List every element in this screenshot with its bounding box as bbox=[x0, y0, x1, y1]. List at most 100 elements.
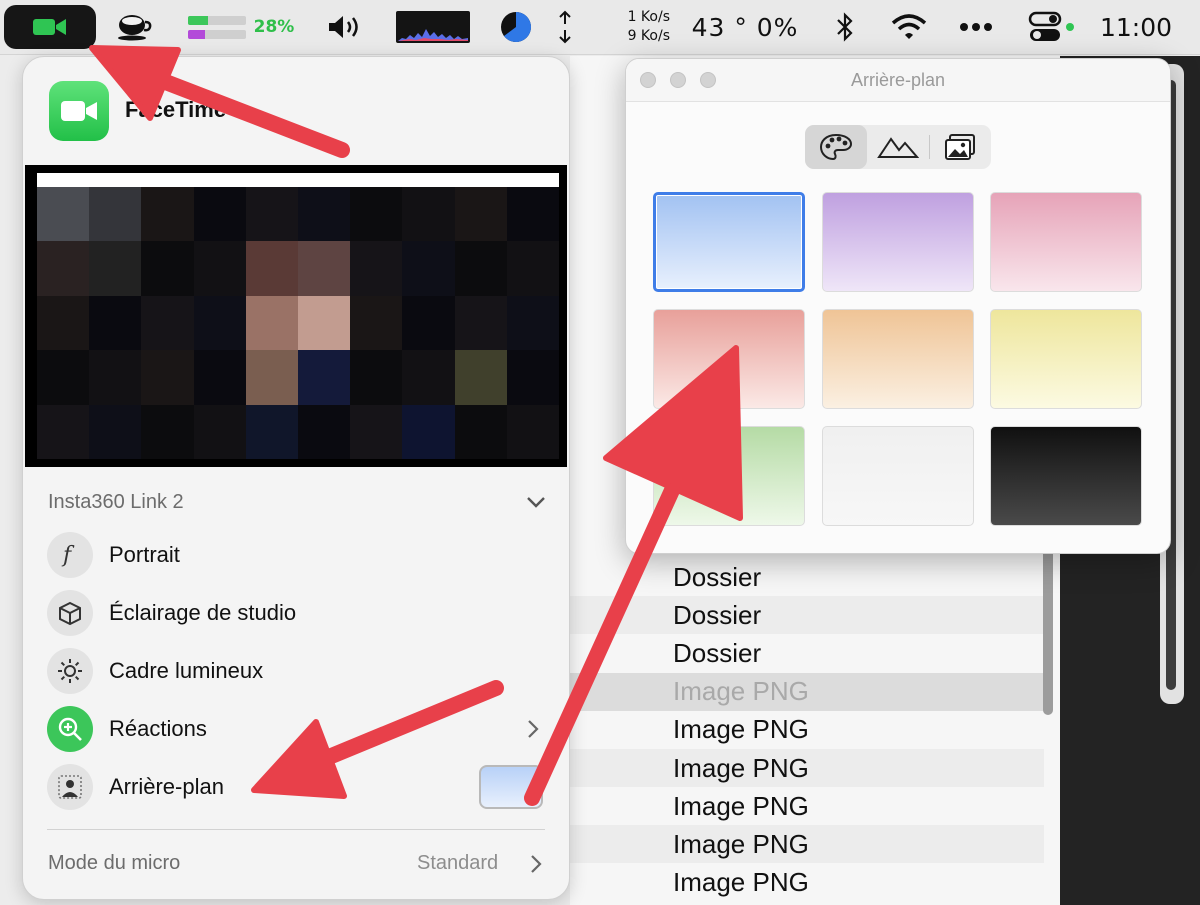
battery-bar-fill bbox=[187, 15, 208, 25]
file-kind: Image PNG bbox=[673, 790, 809, 821]
background-color-swatch[interactable] bbox=[479, 765, 543, 809]
video-pixel-block bbox=[454, 295, 507, 351]
effect-label: Arrière-plan bbox=[109, 774, 224, 799]
video-pixel-block bbox=[245, 404, 298, 459]
background-color-swatch[interactable] bbox=[990, 309, 1142, 409]
list-item[interactable]: Dossier bbox=[570, 596, 1044, 635]
video-pixel-block bbox=[506, 241, 559, 296]
chevron-right-icon[interactable] bbox=[523, 717, 543, 741]
effect-label: Éclairage de studio bbox=[109, 600, 297, 625]
video-pixel-block bbox=[37, 241, 90, 296]
file-kind: Dossier bbox=[673, 599, 762, 630]
effect-reactions[interactable]: Réactions bbox=[47, 703, 545, 755]
effect-light-frame[interactable]: Cadre lumineux bbox=[47, 645, 545, 697]
segment-separator bbox=[929, 135, 930, 159]
volume-menu-extra[interactable] bbox=[322, 0, 368, 54]
video-pixel-block bbox=[193, 350, 246, 405]
background-picker-window: Arrière-plan bbox=[625, 58, 1171, 554]
video-pixel-block bbox=[298, 350, 351, 405]
photo-icon bbox=[945, 134, 975, 160]
app-name: FaceTime bbox=[125, 97, 227, 122]
video-pixel-block bbox=[506, 295, 559, 351]
facetime-camera-menu-extra[interactable] bbox=[4, 5, 96, 49]
video-pixel-block bbox=[141, 350, 194, 405]
background-color-swatch[interactable] bbox=[653, 309, 805, 409]
finder-scrollbar[interactable] bbox=[1043, 540, 1053, 715]
preview-top-strip bbox=[37, 173, 559, 187]
background-color-swatch[interactable] bbox=[653, 192, 805, 292]
network-menu-extra[interactable] bbox=[552, 0, 578, 54]
battery-menu-extra[interactable]: 28% bbox=[186, 0, 296, 54]
list-item[interactable]: Image PNG bbox=[570, 672, 1044, 711]
list-item[interactable]: Image PNG bbox=[570, 825, 1044, 864]
background-color-swatch[interactable] bbox=[990, 192, 1142, 292]
list-item[interactable]: Image PNG bbox=[570, 864, 1044, 902]
sun-icon bbox=[47, 648, 93, 694]
mic-mode-label: Mode du micro bbox=[48, 852, 181, 874]
menubar-clock[interactable]: 11:00 bbox=[1096, 0, 1176, 54]
video-pixel-block bbox=[89, 295, 142, 351]
window-title: Arrière-plan bbox=[850, 70, 946, 90]
chevron-down-icon[interactable] bbox=[523, 489, 549, 515]
facetime-video-effects-panel: FaceTime Insta360 Link 2 f Portrait Écla… bbox=[22, 56, 570, 900]
battery-bar-fill bbox=[187, 29, 206, 39]
svg-text:f: f bbox=[61, 543, 75, 568]
video-pixel-block bbox=[89, 350, 142, 405]
tab-photos[interactable] bbox=[929, 125, 991, 169]
video-pixel-block bbox=[454, 350, 507, 405]
video-pixel-block bbox=[37, 350, 90, 405]
battery-bars bbox=[187, 15, 246, 39]
video-camera-icon bbox=[61, 101, 97, 121]
video-pixel-block bbox=[506, 187, 559, 242]
video-pixel-block bbox=[89, 241, 142, 296]
file-kind: Image PNG bbox=[673, 752, 809, 783]
cpu-temperature-usage[interactable]: 43 ° 0% bbox=[690, 0, 800, 54]
more-menu-extra[interactable] bbox=[954, 0, 998, 54]
video-pixel-block bbox=[506, 404, 559, 459]
effect-studio-lighting[interactable]: Éclairage de studio bbox=[47, 587, 545, 639]
list-item[interactable]: Dossier bbox=[570, 634, 1044, 672]
pie-disk-icon bbox=[501, 12, 531, 42]
camera-preview bbox=[25, 165, 567, 467]
control-center-menu-extra[interactable] bbox=[1028, 0, 1076, 54]
background-color-swatch[interactable] bbox=[653, 426, 805, 526]
video-pixel-block bbox=[350, 187, 403, 242]
f-stop-icon: f bbox=[47, 532, 93, 578]
video-pixel-block bbox=[193, 187, 246, 242]
video-pixel-block bbox=[402, 295, 455, 351]
list-item[interactable]: Dossier bbox=[570, 558, 1044, 596]
effect-label: Portrait bbox=[109, 542, 180, 567]
activity-monitor-menu-extra[interactable] bbox=[396, 0, 470, 54]
bluetooth-icon bbox=[837, 12, 853, 42]
tab-landscapes[interactable] bbox=[867, 125, 929, 169]
wifi-icon bbox=[891, 14, 927, 39]
up-down-arrows-icon bbox=[559, 10, 571, 44]
list-item[interactable]: Image PNG bbox=[570, 787, 1044, 825]
video-pixel-block bbox=[245, 295, 298, 351]
video-pixel-block bbox=[37, 404, 90, 459]
control-center-icon bbox=[1028, 11, 1074, 41]
chevron-right-icon[interactable] bbox=[526, 851, 546, 877]
caffeine-menu-extra[interactable] bbox=[112, 0, 156, 54]
list-item[interactable]: Image PNG bbox=[570, 711, 1044, 749]
video-pixel-block bbox=[89, 187, 142, 242]
list-item[interactable]: Image PNG bbox=[570, 749, 1044, 787]
person-background-icon bbox=[47, 764, 93, 810]
effect-background[interactable]: Arrière-plan bbox=[47, 761, 545, 813]
background-color-swatch[interactable] bbox=[822, 309, 974, 409]
tab-colors[interactable] bbox=[805, 125, 867, 169]
video-pixel-block bbox=[141, 187, 194, 242]
background-color-swatch[interactable] bbox=[822, 192, 974, 292]
effect-portrait[interactable]: f Portrait bbox=[47, 529, 545, 581]
palette-icon bbox=[819, 133, 853, 161]
background-color-swatch[interactable] bbox=[822, 426, 974, 526]
bluetooth-menu-extra[interactable] bbox=[830, 0, 860, 54]
mic-mode-value[interactable]: Standard bbox=[417, 852, 498, 875]
wifi-menu-extra[interactable] bbox=[888, 0, 930, 54]
disk-usage-menu-extra[interactable] bbox=[496, 0, 536, 54]
video-pixel-block bbox=[454, 241, 507, 296]
background-color-swatch[interactable] bbox=[990, 426, 1142, 526]
facetime-app-icon bbox=[49, 81, 109, 141]
video-pixel-block bbox=[193, 404, 246, 459]
file-kind: Image PNG bbox=[673, 676, 809, 707]
